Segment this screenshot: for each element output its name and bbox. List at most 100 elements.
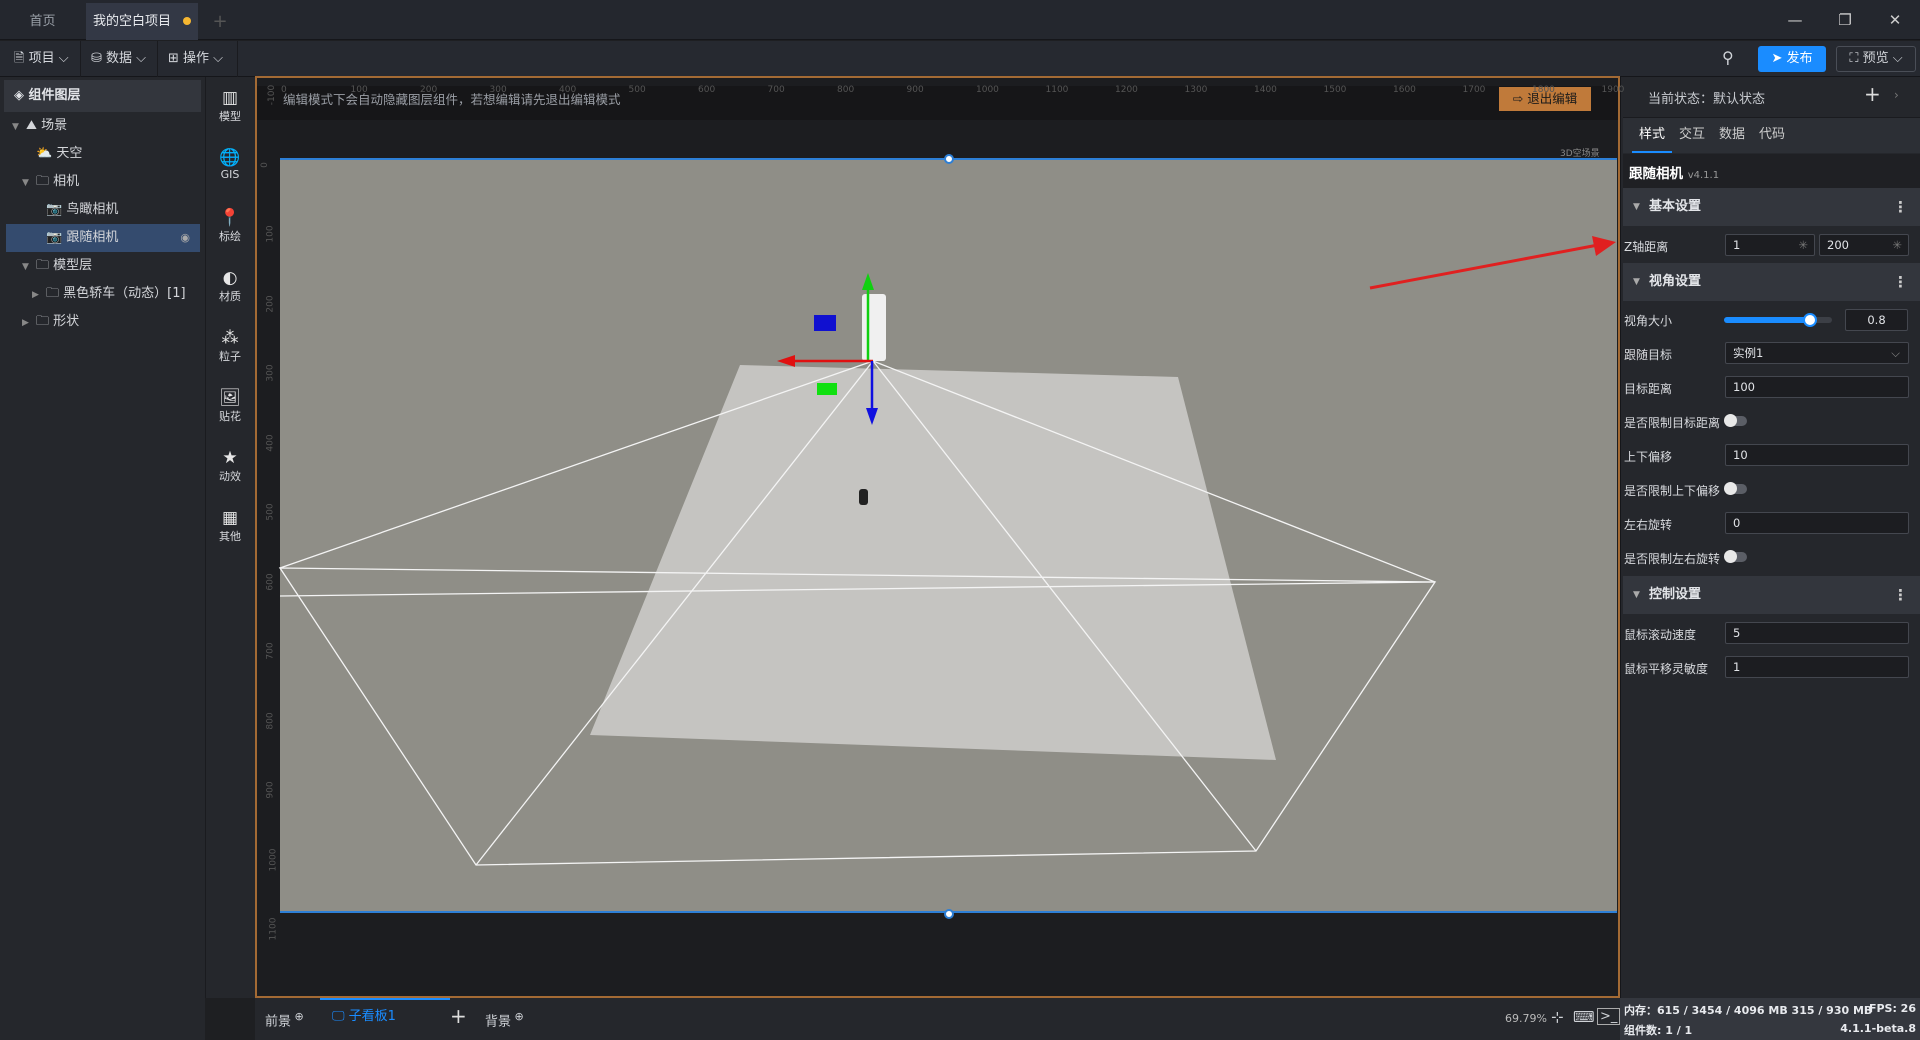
- car-model[interactable]: [859, 489, 868, 505]
- resize-handle-top[interactable]: [944, 154, 954, 164]
- gizmo-plane-xy[interactable]: [814, 315, 836, 331]
- layer-item[interactable]: ⛅ 天空: [6, 140, 200, 168]
- scene-label: 3D空场景: [1560, 149, 1600, 159]
- ruler-x-tick: 1400: [1254, 85, 1277, 95]
- tool-label: GIS: [220, 168, 240, 181]
- caret-down-icon: ▼: [1633, 202, 1640, 212]
- terminal-icon[interactable]: >_: [1597, 1008, 1621, 1025]
- tool-material[interactable]: ◐ 材质: [205, 268, 255, 304]
- folder-icon: 🗀: [36, 258, 54, 273]
- layer-item[interactable]: ▼ ⛰ 场景: [6, 112, 200, 140]
- ruler-x-tick: 700: [767, 85, 785, 95]
- layer-item[interactable]: ▶ 🗀 形状: [6, 308, 200, 336]
- sky-icon: ⛅: [36, 146, 57, 161]
- resize-handle-bottom[interactable]: [944, 909, 954, 919]
- folder-icon: 🗀: [36, 314, 54, 329]
- tool-label: 动效: [219, 470, 241, 483]
- ruler-x-tick: 1300: [1184, 85, 1208, 95]
- caret-right-icon[interactable]: ▶: [22, 309, 36, 337]
- fov-input[interactable]: 0.8: [1845, 309, 1908, 331]
- rotation-input[interactable]: 0: [1725, 512, 1909, 534]
- layer-item[interactable]: ▶ 🗀 黑色轿车（动态）[1]: [6, 280, 200, 308]
- tool-label: 粒子: [219, 350, 241, 363]
- marker-icon: 📍: [219, 208, 241, 228]
- gizmo-x-arrow-icon[interactable]: [777, 355, 795, 367]
- tool-model[interactable]: ▥ 模型: [205, 88, 255, 124]
- panel-tab[interactable]: 代码: [1752, 118, 1792, 153]
- caret-right-icon[interactable]: ▶: [32, 281, 46, 309]
- follow-target-label: 跟随目标: [1624, 348, 1673, 362]
- add-state-button[interactable]: +: [1864, 82, 1881, 106]
- ruler-y-tick: 600: [265, 572, 276, 591]
- ruler-x-tick: 200: [420, 85, 438, 95]
- board-tab[interactable]: 🖵 子看板1: [320, 998, 450, 1040]
- wheel-speed-input[interactable]: 5: [1725, 622, 1909, 644]
- material-icon: ◐: [222, 268, 238, 288]
- visibility-icon[interactable]: ◉: [180, 224, 190, 252]
- layer-label: 场景: [41, 118, 68, 133]
- target-distance-input[interactable]: 100: [1725, 376, 1909, 398]
- layer-label: 模型层: [53, 258, 93, 273]
- fov-slider[interactable]: [1724, 313, 1832, 327]
- tool-marker[interactable]: 📍 标绘: [205, 208, 255, 244]
- limit-distance-toggle[interactable]: [1724, 414, 1747, 427]
- follow-target-select[interactable]: 实例1 ⌵: [1725, 342, 1909, 364]
- keyboard-icon[interactable]: ⌨: [1573, 1008, 1595, 1026]
- caret-down-icon[interactable]: ▼: [22, 169, 36, 197]
- foreground-tab[interactable]: 前景 ⊕: [265, 1010, 304, 1029]
- ruler-y-tick: 1100: [268, 917, 279, 941]
- tool-label: 贴花: [219, 410, 241, 423]
- annotation-arrow: [1369, 243, 1599, 290]
- tool-decal[interactable]: 🖼 贴花: [205, 388, 255, 424]
- limit-offset-label: 是否限制上下偏移: [1624, 484, 1721, 498]
- ruler-x-tick: 600: [698, 85, 716, 95]
- target-distance-label: 目标距离: [1624, 382, 1673, 396]
- tool-particle[interactable]: ⁂ 粒子: [205, 328, 255, 364]
- caret-down-icon[interactable]: ▼: [12, 113, 26, 141]
- caret-down-icon[interactable]: ▼: [22, 253, 36, 281]
- ruler-x-tick: 1700: [1462, 85, 1486, 95]
- pan-sensitivity-input[interactable]: 1: [1725, 656, 1909, 678]
- limit-offset-toggle[interactable]: [1724, 482, 1747, 495]
- tool-other[interactable]: ▦ 其他: [205, 508, 255, 544]
- ruler-y-tick: 700: [265, 642, 276, 660]
- camera-icon: 📷: [46, 230, 67, 245]
- section-label: 视角设置: [1649, 274, 1702, 289]
- gizmo-plane-xz[interactable]: [817, 383, 837, 395]
- add-board-button[interactable]: +: [450, 1004, 467, 1028]
- vertical-offset-input[interactable]: 10: [1725, 444, 1909, 466]
- panel-tab[interactable]: 数据: [1712, 118, 1752, 153]
- layer-item[interactable]: ▼ 🗀 相机: [6, 168, 200, 196]
- section-basic[interactable]: ▼ 基本设置 ⋮: [1623, 188, 1920, 226]
- ruler-x-tick: 400: [559, 85, 577, 95]
- rotation-label: 左右旋转: [1624, 518, 1673, 532]
- caret-down-icon: ▼: [1633, 590, 1640, 600]
- folder-icon: 🗀: [46, 286, 64, 301]
- z-far-input[interactable]: 200 ✳: [1819, 234, 1909, 256]
- background-tab[interactable]: 背景 ⊕: [485, 1010, 524, 1029]
- tool-label: 材质: [219, 290, 241, 303]
- chevron-right-icon[interactable]: ›: [1894, 88, 1899, 102]
- layer-item[interactable]: ▼ 🗀 模型层: [6, 252, 200, 280]
- panel-tab[interactable]: 交互: [1672, 118, 1712, 153]
- section-view[interactable]: ▼ 视角设置 ⋮: [1623, 263, 1920, 301]
- layer-item[interactable]: 📷 鸟瞰相机: [6, 196, 200, 224]
- more-icon[interactable]: ⋮: [1893, 576, 1908, 614]
- zoom-level: 69.79%: [1505, 1012, 1547, 1025]
- ruler-x-tick: 1500: [1323, 85, 1347, 95]
- tool-effect[interactable]: ★ 动效: [205, 448, 255, 484]
- fit-screen-icon[interactable]: ⊹: [1551, 1008, 1564, 1026]
- tool-gis[interactable]: 🌐 GIS: [205, 148, 255, 181]
- panel-tab[interactable]: 样式: [1632, 118, 1672, 153]
- limit-rotation-toggle[interactable]: [1724, 550, 1747, 563]
- more-icon[interactable]: ⋮: [1893, 188, 1908, 226]
- ruler-y-tick: -100: [267, 84, 278, 106]
- z-near-input[interactable]: 1 ✳: [1725, 234, 1815, 256]
- gizmo-y-arrow-icon[interactable]: [862, 273, 874, 290]
- section-control[interactable]: ▼ 控制设置 ⋮: [1623, 576, 1920, 614]
- fov-label: 视角大小: [1624, 314, 1673, 328]
- more-icon[interactable]: ⋮: [1893, 263, 1908, 301]
- ruler-y-tick: 900: [265, 781, 276, 799]
- layer-item[interactable]: 📷 跟随相机 ◉: [6, 224, 200, 252]
- z-distance-label: Z轴距离: [1624, 240, 1669, 254]
